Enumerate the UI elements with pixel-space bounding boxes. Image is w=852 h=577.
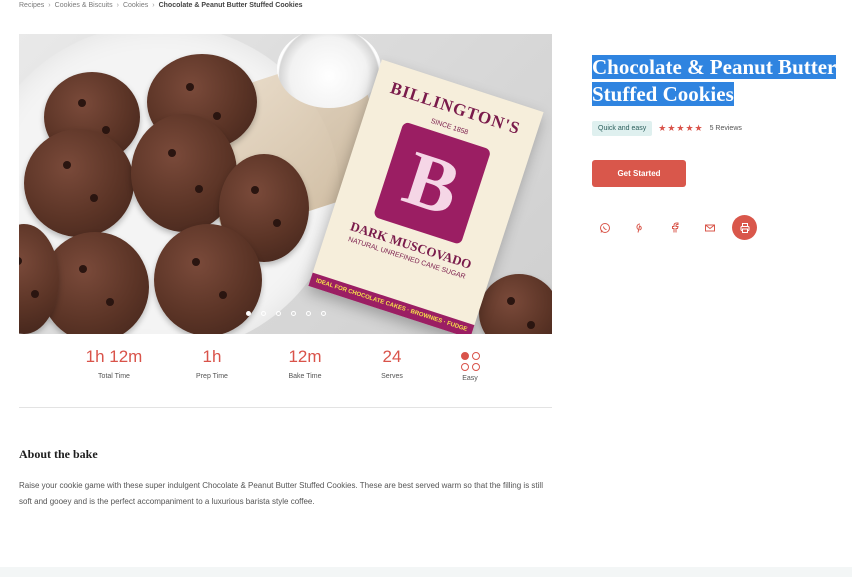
stat-value: 12m <box>288 347 322 366</box>
cookie <box>24 129 134 237</box>
breadcrumb-item[interactable]: Cookies <box>123 2 148 9</box>
rating-row: Quick and easy ★★★★★ 5 Reviews <box>592 121 742 136</box>
pinterest-icon[interactable] <box>627 215 652 240</box>
about-text: Raise your cookie game with these super … <box>19 481 543 506</box>
breadcrumb-item[interactable]: Recipes <box>19 2 44 9</box>
whatsapp-icon[interactable] <box>592 215 617 240</box>
stat-value: 1h 12m <box>85 347 143 366</box>
get-started-button[interactable]: Get Started <box>592 160 686 187</box>
star-rating-icon: ★★★★★ <box>658 123 704 133</box>
carousel-dot[interactable] <box>275 311 281 316</box>
breadcrumb-current: Chocolate & Peanut Butter Stuffed Cookie… <box>158 2 303 9</box>
cookie <box>154 224 262 334</box>
stat-label: Bake Time <box>288 373 322 380</box>
reviews-link[interactable]: 5 Reviews <box>710 125 742 132</box>
recipe-stats: 1h 12m Total Time 1h Prep Time 12m Bake … <box>19 345 552 408</box>
breadcrumb-separator: › <box>152 2 155 9</box>
stat-label: Total Time <box>98 373 130 380</box>
share-bar <box>592 215 757 240</box>
stat-label: Serves <box>381 373 403 380</box>
about-heading: About the bake <box>19 447 98 461</box>
stat-difficulty: Easy <box>430 345 510 382</box>
recipe-title: Chocolate & Peanut Butter Stuffed Cookie… <box>592 54 837 108</box>
package-strip: IDEAL FOR CHOCOLATE CAKES · BROWNIES · F… <box>308 272 475 334</box>
breadcrumb-item[interactable]: Cookies & Biscuits <box>55 2 113 9</box>
breadcrumb-separator: › <box>48 2 51 9</box>
stat-value: 24 <box>382 347 402 366</box>
stat-label: Prep Time <box>196 373 228 380</box>
carousel-dots <box>19 311 552 316</box>
package-logo-letter: B <box>373 121 492 245</box>
carousel-dot[interactable] <box>245 311 251 316</box>
breadcrumb-separator: › <box>116 2 119 9</box>
recipe-title-text: Chocolate & Peanut Butter Stuffed Cookie… <box>592 55 837 106</box>
carousel-dot[interactable] <box>260 311 266 316</box>
carousel-dot[interactable] <box>305 311 311 316</box>
cookie <box>479 274 552 334</box>
hero-image-carousel[interactable]: BILLINGTON'S SINCE 1858 B DARK MUSCOVADO… <box>19 34 552 334</box>
footer-band <box>0 567 852 577</box>
stat-label: Easy <box>462 375 478 382</box>
stat-bake-time: 12m Bake Time <box>265 345 345 380</box>
stat-prep-time: 1h Prep Time <box>172 345 252 380</box>
print-icon[interactable] <box>732 215 757 240</box>
stat-value: 1h <box>202 347 222 366</box>
stat-serves: 24 Serves <box>352 345 432 380</box>
difficulty-badge: Quick and easy <box>592 121 653 136</box>
difficulty-dots-icon <box>460 352 480 371</box>
carousel-dot[interactable] <box>320 311 326 316</box>
carousel-dot[interactable] <box>290 311 296 316</box>
stat-total-time: 1h 12m Total Time <box>74 345 154 380</box>
facebook-icon[interactable] <box>662 215 687 240</box>
email-icon[interactable] <box>697 215 722 240</box>
breadcrumb: Recipes › Cookies & Biscuits › Cookies › Choco… <box>19 2 303 9</box>
